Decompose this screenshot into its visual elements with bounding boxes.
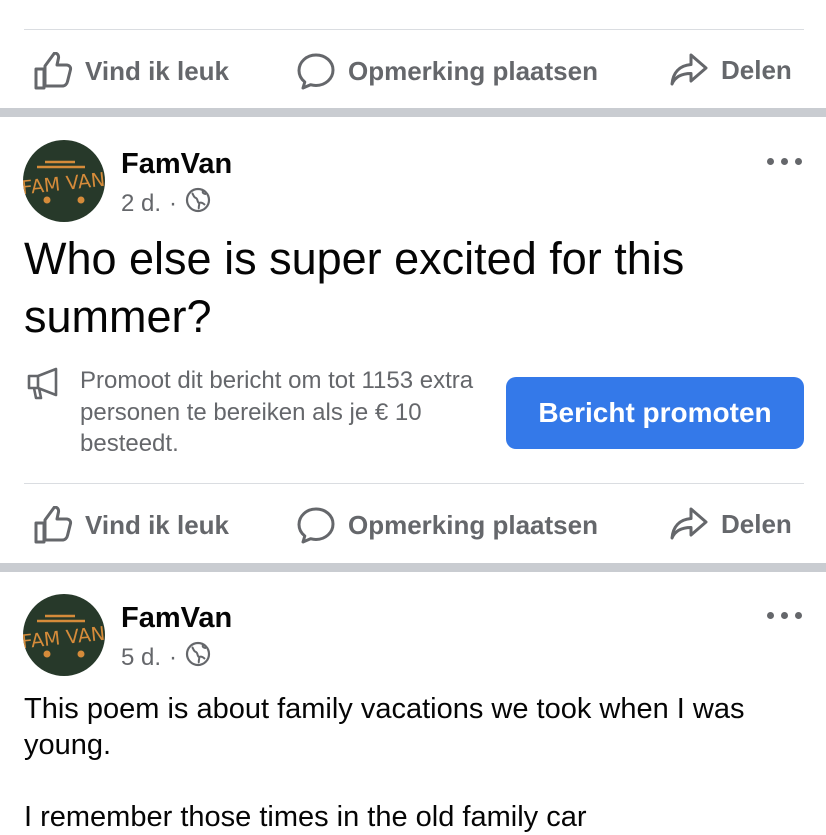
post-author[interactable]: FamVan [121,602,232,635]
like-button[interactable]: Vind ik leuk [33,506,229,544]
comment-label: Opmerking plaatsen [348,55,598,86]
globe-icon [185,187,211,220]
thumbs-up-icon [33,52,73,90]
post-timestamp[interactable]: 2 d. [121,190,161,218]
comment-label: Opmerking plaatsen [348,509,598,540]
like-button-top[interactable]: Vind ik leuk [33,52,229,90]
svg-text:FAM VAN: FAM VAN [23,169,105,200]
feed-separator [0,108,826,117]
comment-button[interactable]: Opmerking plaatsen [296,506,598,544]
meta-separator: · [169,643,178,671]
share-button[interactable]: Delen [669,506,792,542]
post-text-line1: This poem is about family vacations we t… [24,693,745,761]
share-label: Delen [721,54,792,85]
famvan-logo: FAM VAN [23,614,105,658]
more-options-icon[interactable] [767,154,803,168]
like-label: Vind ik leuk [85,509,230,540]
share-arrow-icon [669,52,709,88]
comment-bubble-icon [296,506,336,544]
meta-separator: · [169,189,178,217]
globe-icon [185,641,211,674]
post-meta: 5 d. · [121,641,211,674]
promote-post-button[interactable]: Bericht promoten [506,377,804,449]
share-button-top[interactable]: Delen [669,52,792,88]
comment-bubble-icon [296,52,336,90]
share-arrow-icon [669,506,709,542]
like-label: Vind ik leuk [85,55,230,86]
post-timestamp[interactable]: 5 d. [121,644,161,672]
avatar[interactable]: FAM VAN [23,594,105,676]
post-text: Who else is super excited for this summe… [24,233,685,342]
post-meta: 2 d. · [121,187,211,220]
avatar[interactable]: FAM VAN [23,140,105,222]
comment-button-top[interactable]: Opmerking plaatsen [296,52,598,90]
more-options-icon[interactable] [767,608,803,622]
share-label: Delen [721,508,792,539]
divider-top [24,29,804,30]
post-text-line2: I remember those times in the old family… [24,801,587,833]
svg-text:FAM VAN: FAM VAN [23,623,105,654]
thumbs-up-icon [33,506,73,544]
megaphone-icon [26,367,64,406]
promo-text: Promoot dit bericht om tot 1153 extra pe… [80,367,474,457]
feed-separator [0,563,826,572]
divider [24,483,804,484]
famvan-logo: FAM VAN [23,160,105,204]
post-author[interactable]: FamVan [121,148,232,181]
